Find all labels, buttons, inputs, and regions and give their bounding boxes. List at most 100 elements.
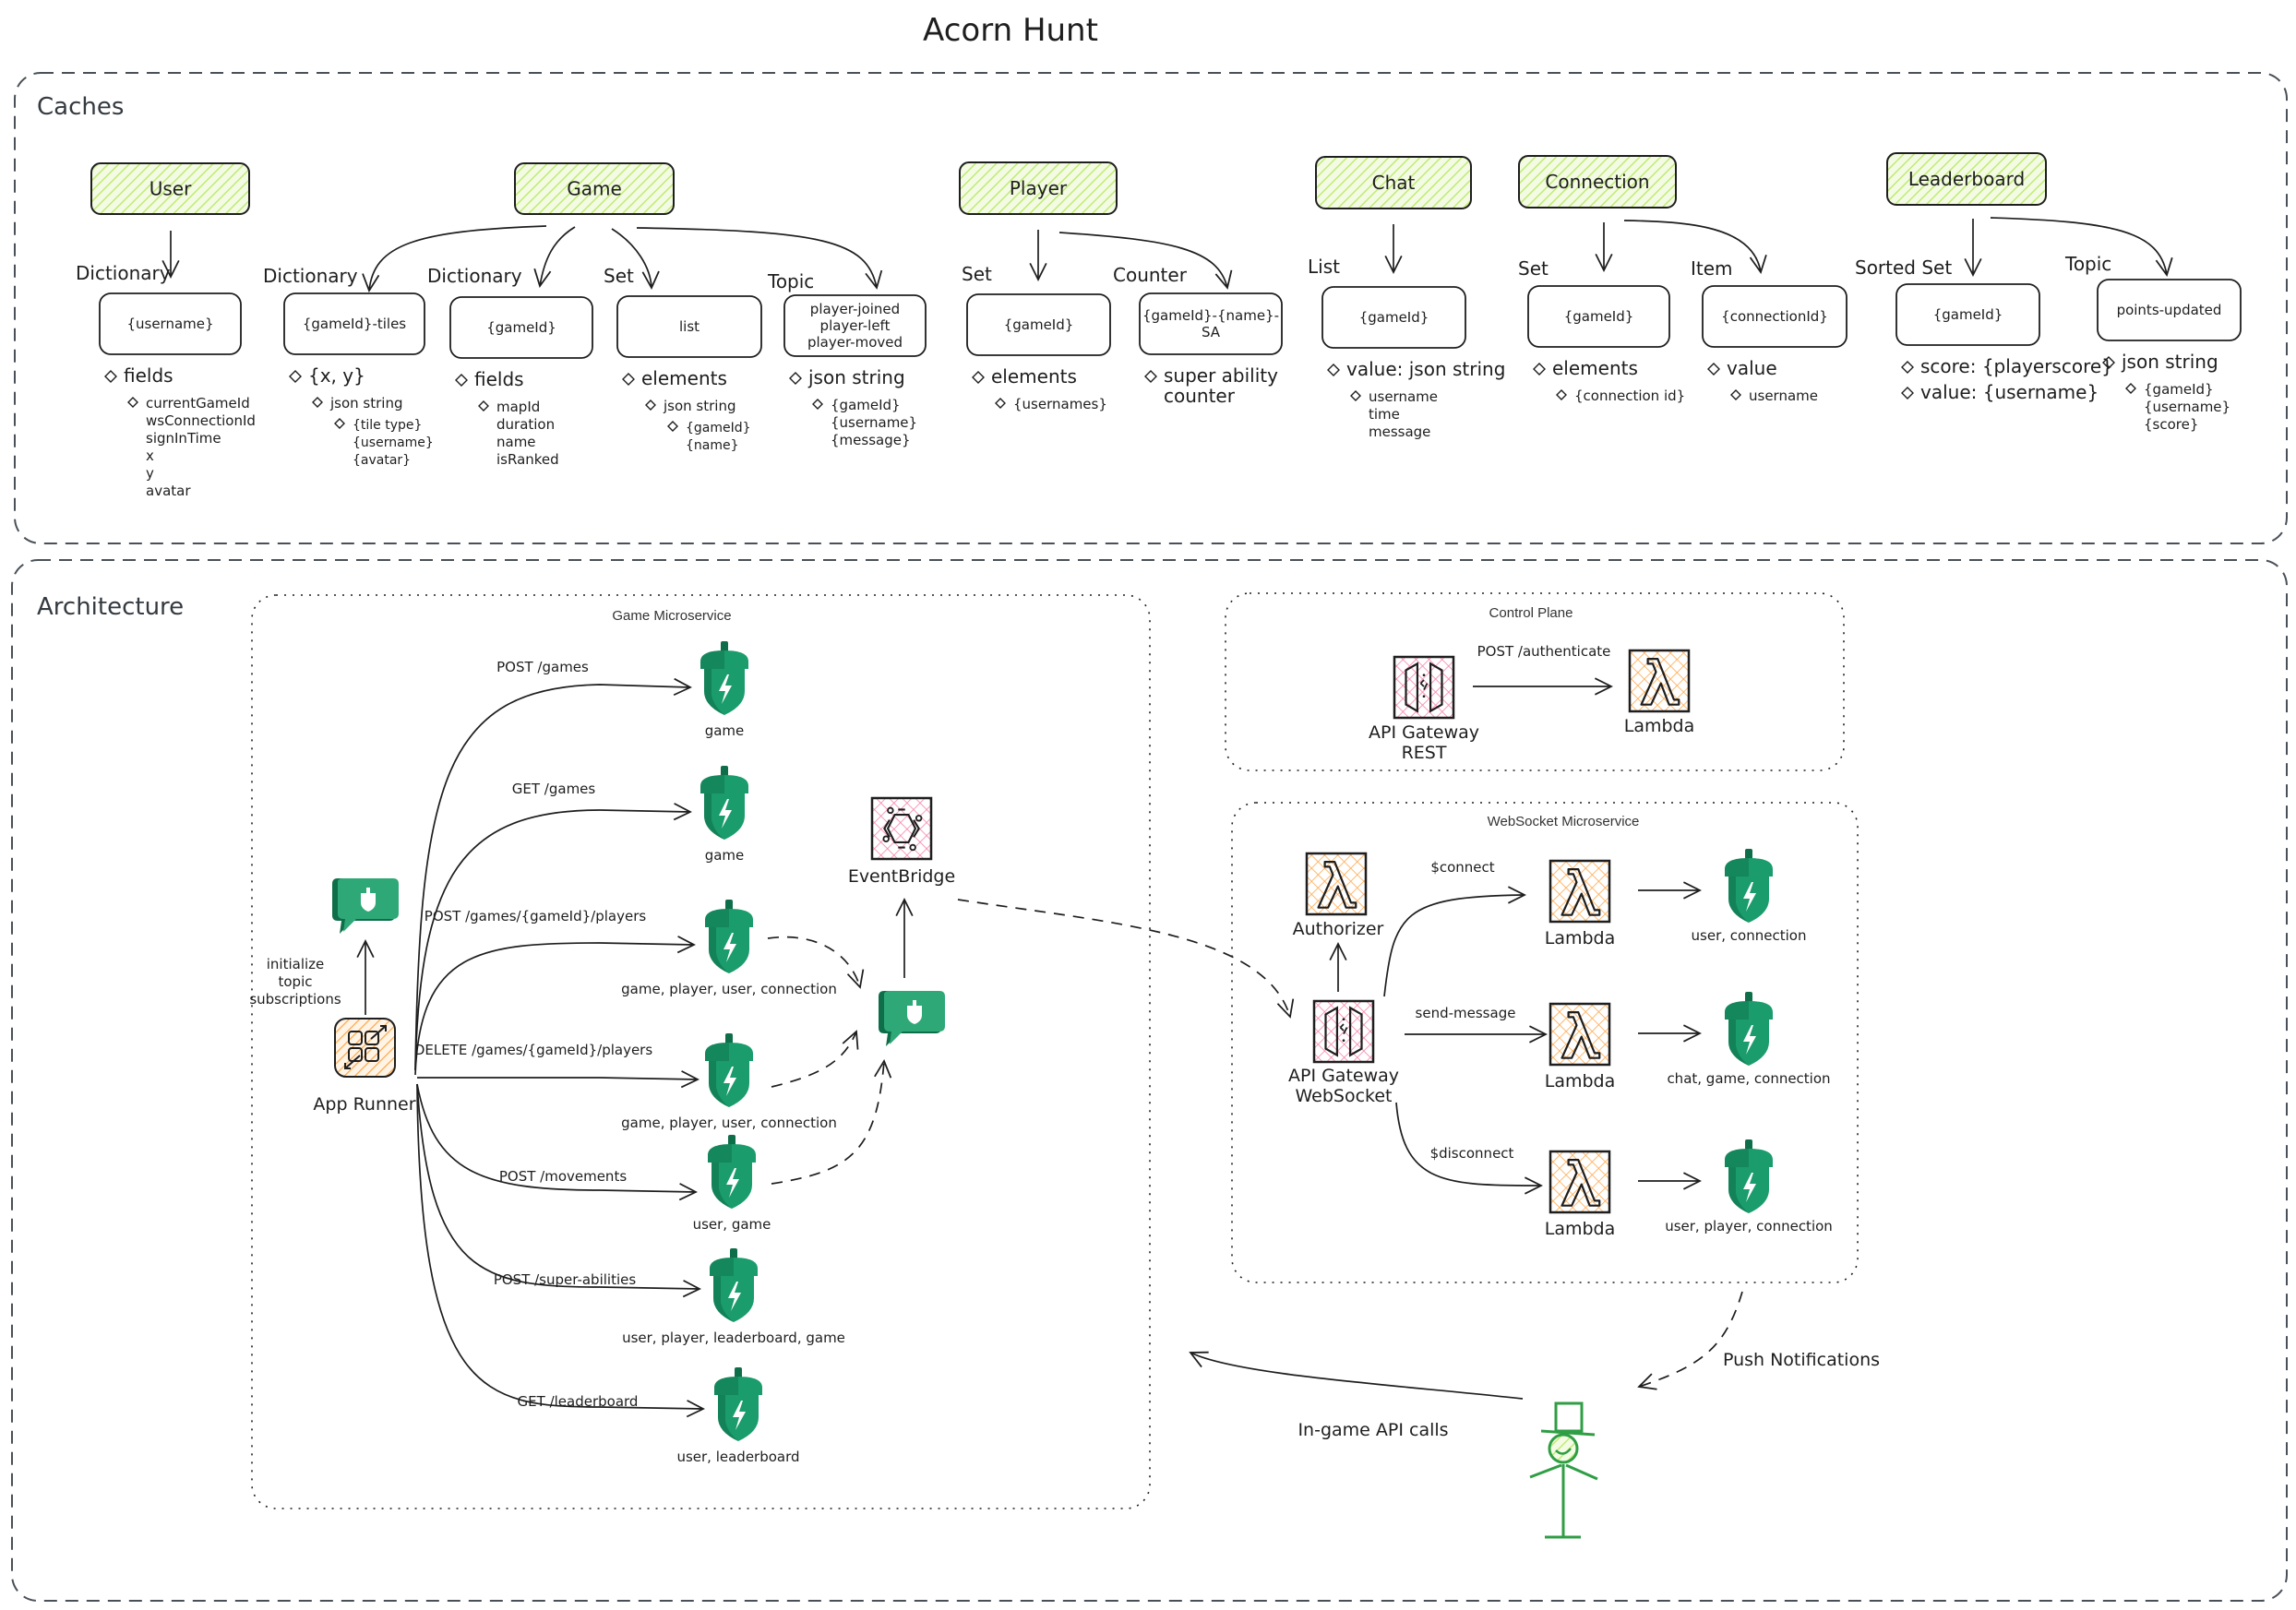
lambda-label: Lambda: [1545, 1071, 1616, 1091]
cache-key-label: list: [679, 318, 700, 335]
momento-cache-icon[interactable]: [700, 766, 748, 840]
topic-init-label: initialize topic subscriptions: [249, 956, 341, 1008]
lambda-icon[interactable]: [1549, 1150, 1611, 1214]
momento-cache-icon[interactable]: [705, 900, 753, 973]
caches-layer: User Dictionary {username} fields currentGam…: [76, 152, 2242, 499]
bullet-diamond-icon: [812, 399, 823, 410]
api-gateway-rest-icon[interactable]: [1393, 655, 1455, 720]
websocket-route-arrow: [1395, 1102, 1543, 1195]
cache-usage-label: user, game: [693, 1216, 771, 1233]
cache-usage-label: game: [705, 847, 745, 864]
eventbridge-icon[interactable]: [870, 796, 933, 861]
cache-key-label: player-joined player-left player-moved: [807, 301, 903, 351]
lambda-label: Lambda: [1545, 1219, 1616, 1239]
lambda-icon[interactable]: [1549, 859, 1611, 924]
cache-type-label: Set: [1518, 257, 1549, 280]
momento-topic-icon[interactable]: [332, 878, 399, 934]
authorizer-lambda-icon[interactable]: [1305, 852, 1368, 916]
cache-field-text: currentGameId wsConnectionId signInTime x y a…: [146, 395, 256, 499]
cache-field-text: value: json string: [1346, 358, 1505, 380]
route-arrow: [414, 803, 692, 1071]
cache-key-label: {gameId}: [486, 319, 556, 336]
cache-field-text: username: [1749, 388, 1818, 404]
caches-section-title: Caches: [37, 93, 124, 121]
cache-entity-user: User Dictionary {username} fields currentGam…: [76, 162, 256, 499]
cache-type-label: Sorted Set: [1855, 256, 1952, 279]
bullet-diamond-icon: [2125, 383, 2136, 394]
cache-entity-player: Player Set {gameId} elements {usernames} Coun…: [959, 161, 1283, 412]
momento-cache-icon[interactable]: [710, 1248, 758, 1322]
cache-field-text: value: [1727, 357, 1777, 379]
momento-cache-icon[interactable]: [1725, 1139, 1773, 1213]
momento-cache-icon[interactable]: [700, 641, 748, 715]
cache-field-text: elements: [641, 367, 727, 389]
app-runner-icon[interactable]: [334, 1018, 396, 1078]
cache-type-label: List: [1308, 256, 1340, 278]
publish-arrow: [771, 1030, 859, 1088]
cache-usage-label: game, player, user, connection: [621, 981, 837, 997]
bullet-diamond-icon: [1350, 390, 1361, 401]
cache-key: {gameId}: [966, 293, 1111, 356]
cache-type-label: Set: [604, 265, 634, 287]
in-game-api-calls-label: In-game API calls: [1297, 1420, 1448, 1440]
bullet-diamond-icon: [478, 400, 489, 411]
cache-field-text: {connection id}: [1574, 388, 1685, 404]
cache-type-label: Topic: [767, 270, 814, 292]
websocket-route-label: $disconnect: [1430, 1145, 1514, 1162]
cache-usage-label: game: [705, 722, 745, 739]
cache-entity-chat: Chat List {gameId} value: json string userna…: [1308, 156, 1505, 440]
cache-type-label: Dictionary: [427, 265, 522, 287]
cache-field-text: {x, y}: [308, 364, 365, 387]
eventbridge-to-websocket-arrow: [957, 899, 1295, 1019]
cache-entity-label: Connection: [1545, 171, 1649, 193]
momento-cache-icon[interactable]: [705, 1033, 753, 1107]
diagram-canvas: Acorn Hunt Caches User Dictionary {usernam…: [11, 12, 2288, 1602]
eventbridge-label: EventBridge: [848, 866, 955, 887]
bullet-diamond-icon: [995, 398, 1006, 409]
route-label: POST /games: [496, 659, 589, 675]
authorizer-label: Authorizer: [1293, 919, 1384, 939]
cache-type-label: Item: [1691, 257, 1733, 280]
route-label: GET /games: [512, 781, 596, 797]
momento-topic-icon[interactable]: [879, 991, 945, 1046]
bullet-diamond-icon: [289, 370, 302, 383]
bullet-diamond-icon: [1901, 361, 1914, 374]
bullet-diamond-icon: [667, 421, 678, 432]
cache-relation-arrow: [533, 226, 576, 288]
cache-usage-label: user, player, connection: [1665, 1218, 1833, 1234]
cache-key: {username}: [99, 292, 242, 355]
cache-key: {gameId}-{name}-SA: [1139, 292, 1283, 355]
cache-field-text: {gameId} {name}: [686, 421, 751, 453]
bullet-diamond-icon: [1730, 389, 1741, 400]
architecture-frame: [11, 559, 2288, 1602]
momento-cache-icon[interactable]: [708, 1135, 756, 1209]
momento-cache-icon[interactable]: [1725, 849, 1773, 923]
bullet-diamond-icon: [1556, 389, 1567, 400]
cache-field-text: fields: [124, 364, 173, 387]
cache-key: {gameId}: [1321, 286, 1466, 349]
cache-key: {gameId}: [1895, 283, 2040, 346]
cache-field-text: elements: [1552, 357, 1638, 379]
momento-cache-icon[interactable]: [1725, 992, 1773, 1066]
cache-entity-label: Player: [1010, 177, 1068, 199]
architecture-layer: App Runner initialize topic subscriptions PO…: [249, 641, 1880, 1539]
api-gateway-websocket-label: API Gateway WebSocket: [1288, 1066, 1399, 1106]
cache-key-label: {username}: [126, 316, 213, 332]
lambda-label: Lambda: [1545, 928, 1616, 948]
cache-entity-connection: Connection Set {gameId} elements {connection…: [1518, 155, 1848, 404]
websocket-microservice-label: WebSocket Microservice: [1488, 814, 1640, 829]
lambda-icon[interactable]: [1628, 649, 1691, 713]
game-microservice-label: Game Microservice: [612, 608, 731, 624]
cache-usage-label: user, leaderboard: [676, 1449, 799, 1465]
momento-cache-icon[interactable]: [714, 1367, 762, 1441]
cache-key: {connectionId}: [1702, 285, 1848, 348]
bullet-diamond-icon: [1901, 387, 1914, 400]
bullet-diamond-icon: [1327, 364, 1340, 376]
bullet-diamond-icon: [127, 397, 138, 408]
api-gateway-websocket-icon[interactable]: [1312, 999, 1375, 1064]
cache-entity-label: Game: [567, 178, 622, 200]
lambda-icon[interactable]: [1549, 1002, 1611, 1067]
route-label: DELETE /games/{gameId}/players: [414, 1042, 653, 1058]
cache-key-label: {connectionId}: [1721, 308, 1828, 325]
cache-field-text: json string: [807, 366, 905, 388]
